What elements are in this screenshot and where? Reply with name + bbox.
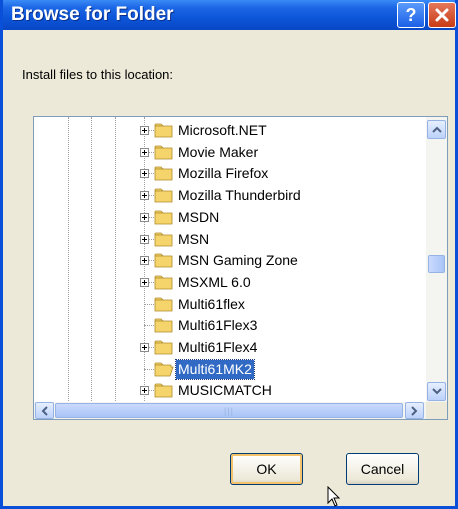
install-location-label: Install files to this location: — [22, 67, 174, 82]
title-bar[interactable]: Browse for Folder ? — [3, 0, 456, 30]
folder-tree[interactable]: Microsoft.NET Movie Maker Mozilla Firefox M… — [33, 116, 448, 420]
tree-item[interactable]: Mozilla Thunderbird — [136, 185, 424, 206]
tree-item[interactable]: Multi61Flex4 — [136, 337, 424, 358]
horizontal-scroll-thumb[interactable]: ||| — [55, 403, 403, 418]
tree-item-label: MUSICMATCH — [178, 382, 272, 398]
open-folder-icon — [154, 362, 174, 377]
tree-item-label: MSN — [178, 231, 210, 247]
tree-guide-line — [91, 117, 92, 403]
expand-plus-icon[interactable] — [140, 256, 149, 265]
tree-item[interactable]: Movie Maker — [136, 142, 424, 163]
tree-item[interactable]: MSDN — [136, 207, 424, 228]
folder-icon — [154, 210, 173, 225]
tree-item[interactable]: MUSICMATCH — [136, 380, 424, 401]
window-title: Browse for Folder — [11, 4, 174, 25]
chevron-left-icon — [41, 405, 48, 416]
tree-item[interactable]: MSN Gaming Zone — [136, 250, 424, 271]
expand-plus-icon[interactable] — [140, 235, 149, 244]
help-button[interactable]: ? — [397, 2, 425, 28]
expand-plus-icon[interactable] — [140, 278, 149, 287]
scroll-right-button[interactable] — [405, 402, 424, 419]
folder-icon — [154, 188, 173, 203]
vertical-scroll-thumb[interactable] — [428, 255, 445, 273]
tree-item[interactable]: Microsoft.NET — [136, 120, 424, 141]
chevron-down-icon — [431, 388, 442, 395]
tree-guide-line — [115, 117, 116, 403]
tree-item-label: Mozilla Firefox — [178, 165, 269, 181]
grip-icon: ||| — [223, 405, 234, 416]
folder-icon — [154, 253, 173, 268]
tree-item-label: Microsoft.NET — [178, 122, 267, 138]
expand-plus-icon[interactable] — [140, 213, 149, 222]
folder-icon — [154, 318, 173, 333]
folder-icon — [154, 166, 173, 181]
tree-item[interactable]: MSXML 6.0 — [136, 272, 424, 293]
tree-item[interactable]: Multi61Flex3 — [136, 315, 424, 336]
ok-button[interactable]: OK — [230, 453, 303, 485]
tree-item-label: Multi61flex — [178, 296, 245, 312]
cancel-button[interactable]: Cancel — [346, 453, 419, 485]
tree-item[interactable]: Multi61flex — [136, 294, 424, 315]
folder-icon — [154, 383, 173, 398]
chevron-up-icon — [431, 126, 442, 133]
tree-item[interactable]: Multi61MK2 — [136, 359, 424, 380]
help-icon: ? — [405, 4, 417, 25]
expand-plus-icon[interactable] — [140, 148, 149, 157]
expand-plus-icon[interactable] — [140, 169, 149, 178]
close-icon — [435, 8, 449, 22]
folder-icon — [154, 232, 173, 247]
folder-icon — [154, 297, 173, 312]
tree-item[interactable]: Mozilla Firefox — [136, 163, 424, 184]
expand-plus-icon[interactable] — [140, 191, 149, 200]
tree-item-label: MSN Gaming Zone — [178, 252, 298, 268]
tree-item[interactable]: MSN — [136, 229, 424, 250]
tree-item-label: Multi61Flex4 — [178, 339, 258, 355]
mouse-cursor-icon — [327, 486, 341, 507]
folder-icon — [154, 145, 173, 160]
tree-guide-line — [68, 117, 69, 403]
scroll-down-button[interactable] — [427, 382, 446, 401]
close-button[interactable] — [428, 2, 456, 28]
tree-item-label: Movie Maker — [178, 144, 259, 160]
expand-plus-icon[interactable] — [140, 386, 149, 395]
tree-item-label: MSDN — [178, 209, 220, 225]
scroll-left-button[interactable] — [35, 402, 54, 419]
chevron-right-icon — [411, 405, 418, 416]
scroll-up-button[interactable] — [427, 120, 446, 139]
scrollbar-corner — [426, 402, 447, 419]
folder-icon — [154, 275, 173, 290]
expand-plus-icon[interactable] — [140, 126, 149, 135]
horizontal-scrollbar[interactable]: ||| — [34, 402, 426, 419]
folder-icon — [154, 340, 173, 355]
tree-item-label: Multi61Flex3 — [178, 317, 258, 333]
tree-item-label: Multi61MK2 — [175, 359, 255, 380]
expand-plus-icon[interactable] — [140, 343, 149, 352]
folder-icon — [154, 123, 173, 138]
tree-item-label: MSXML 6.0 — [178, 274, 251, 290]
tree-item-label: Mozilla Thunderbird — [178, 187, 301, 203]
browse-for-folder-dialog: Browse for Folder ? Install files to thi… — [0, 0, 458, 509]
vertical-scrollbar[interactable] — [426, 117, 447, 402]
